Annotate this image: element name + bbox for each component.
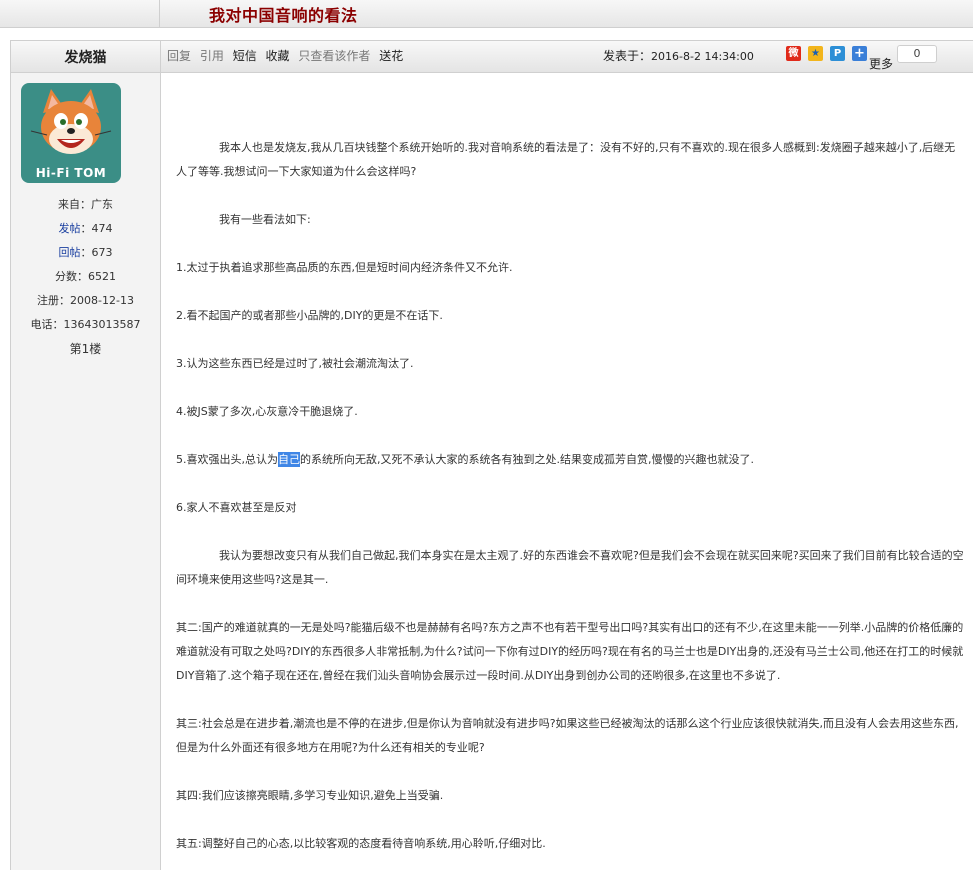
user-sidebar: Hi-Fi TOM 来自：广东 发帖：474 回帖：673 分数：6521 注册… xyxy=(11,73,161,870)
user-from-label: 来自： xyxy=(58,198,91,211)
avatar-caption: Hi-Fi TOM xyxy=(35,166,107,180)
avatar[interactable]: Hi-Fi TOM xyxy=(21,83,121,183)
floor-number: 第1楼 xyxy=(69,342,102,356)
paragraph: 我本人也是发烧友,我从几百块钱整个系统开始听的.我对音响系统的看法是了：没有不好… xyxy=(176,141,956,178)
thread-title-bar: 我对中国音响的看法 xyxy=(0,0,973,28)
post-actions: 回复 引用 短信 收藏 只查看该作者 送花 xyxy=(167,41,408,72)
plus-share-icon[interactable]: + xyxy=(852,46,867,61)
paragraph: 其五:调整好自己的心态,以比较客观的态度看待音响系统,用心聆听,仔细对比. xyxy=(176,837,546,850)
user-register-value: 2008-12-13 xyxy=(70,294,134,307)
user-replies-value: 673 xyxy=(91,246,113,259)
title-bar-left-cell xyxy=(0,0,160,27)
user-phone: 电话：13643013587 xyxy=(11,313,160,337)
thread-title: 我对中国音响的看法 xyxy=(209,6,358,25)
user-posts-link[interactable]: 发帖 xyxy=(59,222,81,235)
list-item: 1.太过于执着追求那些高品质的东西,但是短时间内经济条件又不允许. xyxy=(176,261,513,274)
reply-link[interactable]: 回复 xyxy=(167,49,191,63)
list-item: 3.认为这些东西已经是过时了,被社会潮流淘汰了. xyxy=(176,357,414,370)
user-posts: 发帖：474 xyxy=(58,222,113,235)
user-register: 注册：2008-12-13 xyxy=(11,289,160,313)
user-score-value: 6521 xyxy=(88,270,116,283)
tencent-weibo-icon[interactable]: P xyxy=(830,46,845,61)
list-item: 6.家人不喜欢甚至是反对 xyxy=(176,501,297,514)
user-info: 来自：广东 发帖：474 回帖：673 分数：6521 注册：2008-12-1… xyxy=(11,193,160,361)
post-header: 发烧猫 回复 引用 短信 收藏 只查看该作者 送花 发表于：2016-8-2 1… xyxy=(11,41,973,73)
user-from-value: 广东 xyxy=(91,198,113,211)
user-replies-link[interactable]: 回帖 xyxy=(59,246,81,259)
paragraph: 其二:国产的难道就真的一无是处吗?能猫后级不也是赫赫有名吗?东方之声不也有若干型… xyxy=(176,621,964,682)
post-body: 我本人也是发烧友,我从几百块钱整个系统开始听的.我对音响系统的看法是了：没有不好… xyxy=(176,136,966,856)
quote-link[interactable]: 引用 xyxy=(200,49,224,63)
share-more-link[interactable]: 更多 xyxy=(869,55,893,72)
user-phone-label: 电话： xyxy=(30,318,64,331)
user-posts-value: 474 xyxy=(91,222,113,235)
author-only-link[interactable]: 只查看该作者 xyxy=(298,49,370,63)
list-item-text: 的系统所向无敌,又死不承认大家的系统各有独到之处.结果变成孤芳自赏,慢慢的兴趣也… xyxy=(300,453,754,466)
post-time-label: 发表于： xyxy=(603,49,652,63)
author-cell: 发烧猫 xyxy=(11,41,161,72)
selected-text[interactable]: 自己 xyxy=(278,452,300,467)
list-item: 5.喜欢强出头,总认为自己的系统所向无敌,又死不承认大家的系统各有独到之处.结果… xyxy=(176,448,966,472)
send-flower-link[interactable]: 送花 xyxy=(379,49,403,63)
post-time: 发表于：2016-8-2 14:34:00 xyxy=(603,41,754,72)
user-register-label: 注册： xyxy=(37,294,71,307)
favorite-link[interactable]: 收藏 xyxy=(266,49,290,63)
user-score-label: 分数： xyxy=(55,270,88,283)
weibo-icon[interactable]: 微 xyxy=(786,46,801,61)
qzone-icon[interactable]: ★ xyxy=(808,46,823,61)
user-phone-value: 13643013587 xyxy=(63,318,141,331)
paragraph: 其四:我们应该擦亮眼睛,多学习专业知识,避免上当受骗. xyxy=(176,789,444,802)
paragraph: 我认为要想改变只有从我们自己做起,我们本身实在是太主观了.好的东西谁会不喜欢呢?… xyxy=(176,549,964,586)
user-score: 分数：6521 xyxy=(11,265,160,289)
list-item: 2.看不起国产的或者那些小品牌的,DIY的更是不在话下. xyxy=(176,309,443,322)
post-time-value: 2016-8-2 14:34:00 xyxy=(651,50,754,63)
paragraph: 我有一些看法如下: xyxy=(219,213,311,226)
message-link[interactable]: 短信 xyxy=(233,49,257,63)
author-name[interactable]: 发烧猫 xyxy=(65,50,107,66)
list-item: 4.被JS蒙了多次,心灰意冷干脆退烧了. xyxy=(176,405,358,418)
list-item-text: 5.喜欢强出头,总认为 xyxy=(176,453,278,466)
user-replies: 回帖：673 xyxy=(58,246,113,259)
share-count: 0 xyxy=(897,45,937,63)
paragraph: 其三:社会总是在进步着,潮流也是不停的在进步,但是你认为音响就没有进步吗?如果这… xyxy=(176,717,959,754)
post-container: 发烧猫 回复 引用 短信 收藏 只查看该作者 送花 发表于：2016-8-2 1… xyxy=(10,40,973,870)
user-from: 来自：广东 xyxy=(11,193,160,217)
